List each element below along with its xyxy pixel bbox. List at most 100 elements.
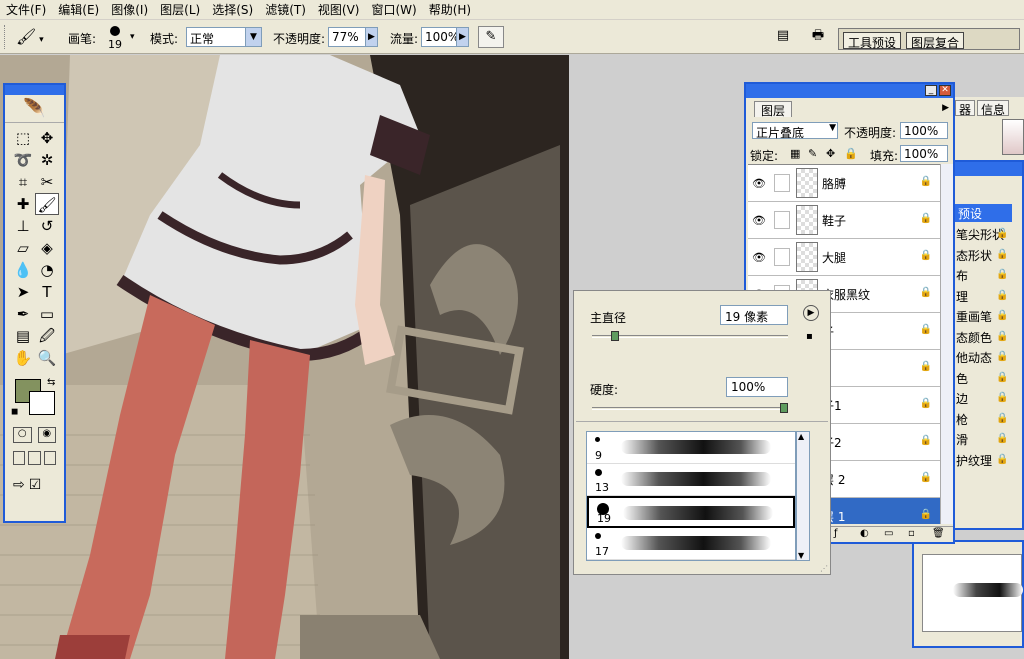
lock-icon[interactable]: 🔒 <box>996 310 1008 321</box>
layers-titlebar[interactable]: _ ✕ <box>746 84 953 98</box>
brush-option[interactable]: 护纹理 <box>956 452 992 469</box>
paint-bucket-icon[interactable]: ◈ <box>35 237 59 259</box>
shape-icon[interactable]: ▭ <box>35 303 59 325</box>
fill-field[interactable]: 100% <box>900 145 948 162</box>
blend-mode-select[interactable]: 正片叠底 ▼ <box>752 122 838 140</box>
lock-icon[interactable]: 🔒 <box>996 433 1008 444</box>
tab-layers[interactable]: 图层 <box>754 101 793 118</box>
lock-move-icon[interactable]: ✥ <box>826 147 835 160</box>
eye-icon[interactable]: 👁 <box>752 214 768 227</box>
screen-mode-full-menu-icon[interactable] <box>28 451 41 465</box>
dodge-icon[interactable]: ◔ <box>35 259 59 281</box>
crop-icon[interactable]: ⌗ <box>11 171 35 193</box>
eyedropper-icon[interactable]: 🖉 <box>35 325 59 347</box>
notes-icon[interactable]: ▤ <box>11 325 35 347</box>
lock-icon[interactable]: 🔒 <box>996 269 1008 280</box>
new-group-icon[interactable]: ▭ <box>884 528 893 539</box>
trash-icon[interactable]: 🗑 <box>932 528 945 539</box>
brush-option[interactable]: 色 <box>956 370 968 387</box>
blur-icon[interactable]: 💧 <box>11 259 35 281</box>
clone-stamp-icon[interactable]: ⊥ <box>11 215 35 237</box>
scroll-down-icon[interactable]: ▼ <box>798 551 804 560</box>
new-layer-icon[interactable]: ▫ <box>908 528 915 539</box>
brush-icon[interactable]: 🖌 <box>35 193 59 215</box>
tab-layer-comps[interactable]: 图层复合 <box>906 32 965 50</box>
tab-info[interactable]: 信息 <box>977 100 1010 117</box>
brush-preview-icon[interactable] <box>110 26 120 36</box>
brush-option[interactable]: 重画笔 <box>956 308 992 325</box>
diameter-slider-thumb[interactable] <box>610 331 619 341</box>
marquee-icon[interactable]: ⬚ <box>11 127 35 149</box>
layer-row[interactable]: 👁 胳膊 🔒 <box>748 165 940 202</box>
layer-opacity-field[interactable]: 100% <box>900 122 948 139</box>
reset-size-icon[interactable]: ▪ <box>806 331 813 342</box>
document-canvas[interactable] <box>0 55 569 659</box>
diameter-slider[interactable] <box>592 335 788 338</box>
brush-preset[interactable]: 9 <box>587 432 795 464</box>
brush-list-scrollbar[interactable]: ▲ ▼ <box>796 431 810 561</box>
pen-icon[interactable]: ✒ <box>11 303 35 325</box>
lock-icon[interactable]: 🔒 <box>996 413 1008 424</box>
hand-icon[interactable]: ✋ <box>11 347 35 369</box>
quickmask-mode-icon[interactable]: ◉ <box>37 427 56 443</box>
flow-field[interactable]: 100% ▶ <box>421 27 469 47</box>
menu-item[interactable]: 文件(F) <box>0 1 52 18</box>
imageready-icon[interactable]: ☑ <box>29 477 42 493</box>
screen-mode-standard-icon[interactable] <box>13 451 26 465</box>
lock-icon[interactable]: 🔒 <box>996 392 1008 403</box>
menu-item[interactable]: 窗口(W) <box>365 1 422 18</box>
layer-style-icon[interactable]: ƒ <box>834 528 838 539</box>
layer-row[interactable]: 👁 大腿 🔒 <box>748 239 940 276</box>
lock-icon[interactable]: 🔒 <box>996 351 1008 362</box>
menu-item[interactable]: 编辑(E) <box>52 1 105 18</box>
file-browser-button[interactable]: 🖶 <box>806 26 830 48</box>
tab-navigator[interactable]: 器 <box>955 100 976 117</box>
menu-item[interactable]: 选择(S) <box>206 1 259 18</box>
lock-paint-icon[interactable]: ✎ <box>808 147 817 160</box>
eye-icon[interactable]: 👁 <box>752 177 768 190</box>
lock-icon[interactable]: 🔒 <box>996 228 1008 239</box>
link-icon[interactable] <box>774 211 790 229</box>
brush-preset[interactable]: 13 <box>587 464 795 496</box>
brush-option[interactable]: 枪 <box>956 411 968 428</box>
palette-menu-icon[interactable]: ▶ <box>942 103 949 113</box>
mode-select[interactable]: 正常 ▼ <box>186 27 262 47</box>
scroll-up-icon[interactable]: ▲ <box>798 432 804 441</box>
eraser-icon[interactable]: ▱ <box>11 237 35 259</box>
background-color-swatch[interactable] <box>29 391 55 415</box>
screen-mode-full-icon[interactable] <box>43 451 56 465</box>
hardness-slider-thumb[interactable] <box>780 403 788 413</box>
default-colors-icon[interactable]: ◼ <box>11 407 18 417</box>
toolbox-titlebar[interactable] <box>5 85 64 95</box>
menu-item[interactable]: 图像(I) <box>105 1 154 18</box>
airbrush-button[interactable]: ✎ <box>478 26 504 48</box>
eye-icon[interactable]: 👁 <box>752 251 768 264</box>
brush-option[interactable]: 滑 <box>956 431 968 448</box>
lock-icon[interactable]: 🔒 <box>996 331 1008 342</box>
brush-preset[interactable]: 17 <box>587 528 795 560</box>
swap-colors-icon[interactable]: ⇆ <box>47 377 55 388</box>
feather-icon[interactable]: 🪶 <box>5 95 64 123</box>
resize-grip-icon[interactable]: ⋰ <box>820 564 828 573</box>
tool-preset-picker[interactable]: 🖌 ▾ <box>16 26 56 48</box>
brush-option[interactable]: 态形状 <box>956 247 992 264</box>
menu-item[interactable]: 视图(V) <box>312 1 366 18</box>
link-icon[interactable] <box>774 174 790 192</box>
close-icon[interactable]: ✕ <box>939 85 951 96</box>
minimize-icon[interactable]: _ <box>925 85 937 96</box>
lock-icon[interactable]: 🔒 <box>996 290 1008 301</box>
palette-menu-button[interactable]: ▤ <box>772 26 794 48</box>
menu-item[interactable]: 滤镜(T) <box>259 1 312 18</box>
standard-mode-icon[interactable]: ○ <box>13 427 32 443</box>
jump-to-imageready-icon[interactable]: ⇨ <box>13 477 25 493</box>
lock-icon[interactable]: 🔒 <box>996 372 1008 383</box>
brush-preset[interactable]: 19 <box>587 496 795 528</box>
brush-option[interactable]: 布 <box>956 267 968 284</box>
chevron-down-icon[interactable]: ▾ <box>130 32 135 42</box>
lock-all-icon[interactable]: 🔒 <box>844 147 858 160</box>
master-diameter-field[interactable]: 19 像素 <box>720 305 788 325</box>
brush-option[interactable]: 态颜色 <box>956 329 992 346</box>
zoom-icon[interactable]: 🔍 <box>35 347 59 369</box>
slice-icon[interactable]: ✂ <box>35 171 59 193</box>
opacity-field[interactable]: 77% ▶ <box>328 27 378 47</box>
